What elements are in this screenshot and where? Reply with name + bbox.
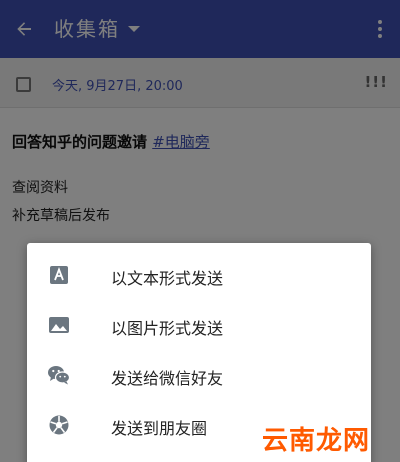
share-moments-label: 发送到朋友圈	[111, 419, 208, 438]
share-wechat-friend-item[interactable]: 发送给微信好友	[27, 350, 371, 400]
text-icon	[47, 263, 71, 287]
share-as-image-label: 以图片形式发送	[111, 319, 224, 338]
image-icon	[47, 313, 71, 337]
wechat-icon	[47, 363, 71, 387]
watermark-logo: 云南龙网	[262, 426, 371, 456]
share-as-image-item[interactable]: 以图片形式发送	[27, 300, 371, 350]
share-wechat-friend-label: 发送给微信好友	[111, 369, 224, 388]
share-as-text-label: 以文本形式发送	[111, 269, 224, 288]
moments-icon	[47, 413, 71, 437]
share-as-text-item[interactable]: 以文本形式发送	[27, 250, 371, 300]
